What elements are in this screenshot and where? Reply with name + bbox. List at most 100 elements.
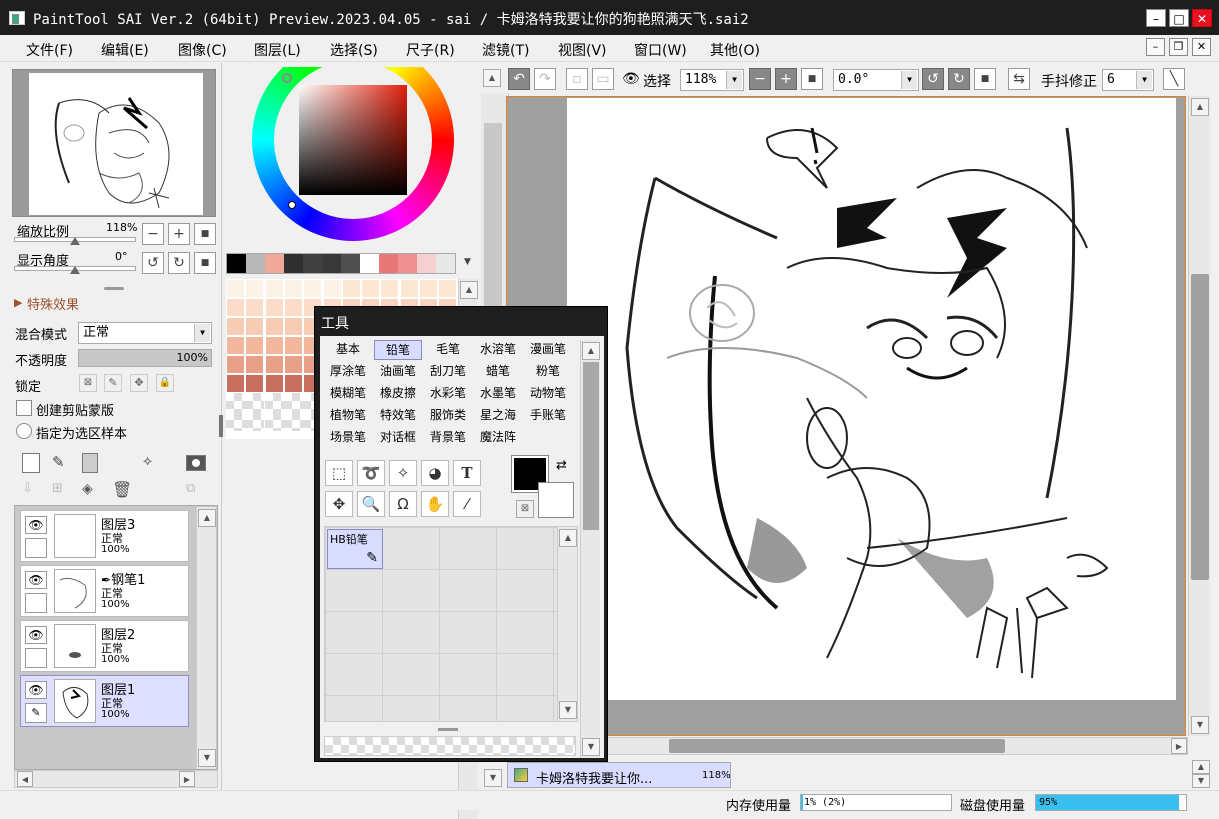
palette-cell[interactable] — [438, 279, 458, 298]
scroll-up-icon[interactable]: ▲ — [582, 342, 600, 360]
scroll-down-icon[interactable]: ▼ — [582, 738, 600, 756]
transfer-down-icon[interactable]: ⊞ — [52, 481, 63, 496]
rotate-reset-button[interactable]: ■ — [194, 252, 216, 274]
brush-tab[interactable]: 动物笔 — [524, 384, 572, 404]
navigator-preview[interactable] — [12, 69, 216, 217]
palette-cell[interactable] — [226, 393, 245, 412]
zoom-out-button[interactable]: − — [142, 223, 164, 245]
palette-cell[interactable] — [226, 336, 245, 355]
toolbar-zoom-in-button[interactable]: + — [775, 68, 797, 90]
brush-tab[interactable]: 橡皮擦 — [374, 384, 422, 404]
menu-window[interactable]: 窗口(W) — [634, 40, 687, 60]
palette-cell[interactable] — [245, 298, 265, 317]
eyedropper-icon[interactable]: ⁄ — [453, 491, 481, 517]
brush-tab[interactable]: 水彩笔 — [424, 384, 472, 404]
palette-cell[interactable] — [245, 355, 265, 374]
color-swatch[interactable] — [360, 254, 379, 273]
brush-tab[interactable]: 魔法阵 — [474, 428, 522, 448]
scroll-left-icon[interactable]: ◀ — [17, 771, 33, 787]
zoom-reset-button[interactable]: ■ — [194, 223, 216, 245]
layer-hscrollbar[interactable]: ◀ ▶ — [14, 770, 218, 788]
zoom-in-button[interactable]: + — [168, 223, 190, 245]
toolbar-rotate-reset-button[interactable]: ■ — [974, 68, 996, 90]
zoom-select[interactable]: 118% ▼ — [680, 69, 744, 91]
lock-transparency-icon[interactable]: ⊠ — [79, 374, 97, 392]
brush-tab[interactable]: 场景笔 — [324, 428, 372, 448]
palette-cell[interactable] — [361, 279, 381, 298]
secondary-color-swatch[interactable] — [538, 482, 574, 518]
rect-select-icon[interactable]: ⬚ — [325, 460, 353, 486]
delete-layer-icon[interactable]: 🗑 — [112, 480, 132, 499]
doc-close-button[interactable]: ✕ — [1192, 38, 1211, 56]
scroll-down-icon[interactable]: ▼ — [1191, 716, 1209, 734]
palette-cell[interactable] — [283, 317, 303, 336]
brush-tab[interactable]: 厚涂笔 — [324, 362, 372, 382]
opacity-slider[interactable]: 100% — [78, 349, 212, 367]
brush-tab[interactable]: 服饰类 — [424, 406, 472, 426]
color-swatch[interactable] — [303, 254, 322, 273]
menu-select[interactable]: 选择(S) — [330, 40, 378, 60]
menu-file[interactable]: 文件(F) — [26, 40, 73, 60]
palette-cell[interactable] — [245, 374, 265, 393]
new-pen-layer-icon[interactable]: ✎ — [52, 453, 65, 471]
palette-cell[interactable] — [283, 374, 303, 393]
lock-paint-icon[interactable]: ✎ — [104, 374, 122, 392]
angle-select[interactable]: 0.0° ▼ — [833, 69, 919, 91]
layer-lock-box[interactable] — [25, 648, 47, 668]
doc-minimize-button[interactable]: – — [1146, 38, 1165, 56]
palette-cell[interactable] — [245, 336, 265, 355]
minimize-button[interactable]: – — [1146, 9, 1166, 27]
magic-wand-icon[interactable]: ✧ — [389, 460, 417, 486]
palette-cell[interactable] — [419, 279, 438, 298]
rotate-icon[interactable]: Ω — [389, 491, 417, 517]
left-panel-splitter[interactable] — [219, 415, 223, 437]
menu-ruler[interactable]: 尺子(R) — [406, 40, 455, 60]
brush-tab[interactable]: 蜡笔 — [474, 362, 522, 382]
color-swatch[interactable] — [341, 254, 360, 273]
blend-mode-select[interactable]: 正常 ▼ — [78, 322, 212, 344]
layer-row-pen1[interactable]: 👁 ✒钢笔1 正常 100% — [20, 565, 189, 617]
palette-cell[interactable] — [264, 298, 284, 317]
tab-bar-down-icon[interactable]: ▼ — [484, 769, 502, 787]
layer-list-scrollbar[interactable]: ▲ ▼ — [196, 507, 216, 769]
palette-cell[interactable] — [283, 298, 303, 317]
toolbar-zoom-reset-button[interactable]: ■ — [801, 68, 823, 90]
zoom-icon[interactable]: 🔍 — [357, 491, 385, 517]
layer-lock-box[interactable] — [25, 593, 47, 613]
tab-scroll-down-icon[interactable]: ▼ — [1192, 774, 1210, 788]
flip-horizontal-button[interactable]: ⇆ — [1008, 68, 1030, 90]
text-tool-icon[interactable]: T — [453, 460, 481, 486]
palette-cell[interactable] — [264, 336, 284, 355]
color-swatch[interactable] — [379, 254, 398, 273]
brush-tab[interactable]: 植物笔 — [324, 406, 372, 426]
canvas-hscroll-thumb[interactable] — [669, 739, 1005, 753]
brush-tab[interactable]: 水溶笔 — [474, 340, 522, 360]
layer-mask-icon[interactable] — [186, 455, 206, 471]
brush-tab[interactable]: 刮刀笔 — [424, 362, 472, 382]
canvas-viewport[interactable] — [506, 96, 1186, 736]
lasso-icon[interactable]: ➰ — [357, 460, 385, 486]
brush-panel-splitter[interactable] — [438, 728, 458, 731]
color-swatch[interactable] — [227, 254, 246, 273]
scroll-right-icon[interactable]: ▶ — [1171, 738, 1187, 754]
document-tab[interactable]: 卡姆洛特我要让你... 118% — [507, 762, 731, 788]
palette-cell[interactable] — [245, 317, 265, 336]
brush-tab[interactable]: 油画笔 — [374, 362, 422, 382]
canvas-vscrollbar[interactable]: ▲ ▼ — [1188, 96, 1210, 736]
canvas-paper[interactable] — [567, 98, 1176, 700]
rotate-cw-button[interactable]: ↻ — [168, 252, 190, 274]
brush-tab[interactable]: 星之海 — [474, 406, 522, 426]
transparent-color-icon[interactable]: ⊠ — [516, 500, 534, 518]
lock-all-icon[interactable]: 🔒 — [156, 374, 174, 392]
scroll-down-icon[interactable]: ▼ — [198, 749, 216, 767]
hand-icon[interactable]: ✋ — [421, 491, 449, 517]
palette-cell[interactable] — [283, 412, 303, 431]
color-swatch[interactable] — [322, 254, 341, 273]
palette-cell[interactable] — [283, 355, 303, 374]
layer-effect-icon[interactable]: ⟡ — [143, 453, 152, 469]
palette-cell[interactable] — [264, 279, 284, 298]
effects-label[interactable]: 特殊效果 — [27, 294, 79, 313]
selection-source-radio[interactable] — [16, 423, 32, 439]
brush-slot-hb-pencil[interactable]: HB铅笔 ✎ — [327, 529, 383, 569]
palette-cell[interactable] — [380, 279, 400, 298]
